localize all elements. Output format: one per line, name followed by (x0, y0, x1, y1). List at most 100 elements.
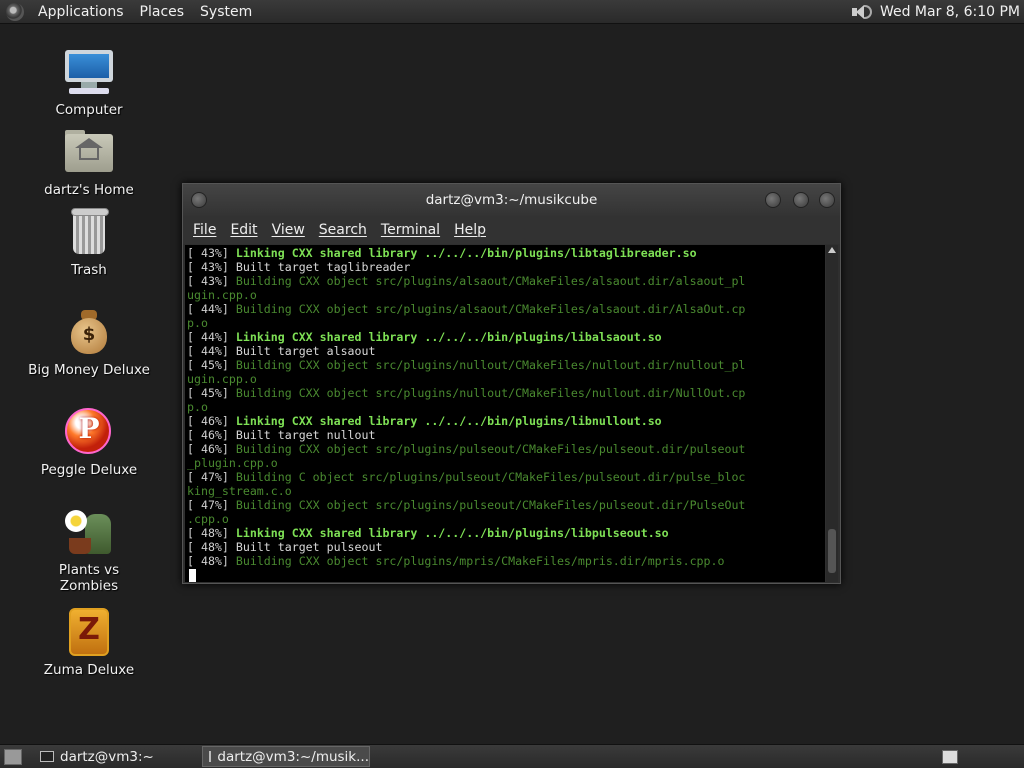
terminal-output[interactable]: [ 43%] Linking CXX shared library ../../… (185, 245, 825, 582)
line-text: Building CXX object src/plugins/pulseout… (235, 498, 746, 512)
line-text: Building CXX object src/plugins/alsaout/… (235, 274, 746, 288)
prompt-line (185, 568, 825, 582)
line-text: king_stream.c.o (187, 484, 292, 498)
scroll-up-icon[interactable] (828, 247, 836, 253)
terminal-line: p.o (185, 316, 825, 330)
terminal-line: ugin.cpp.o (185, 372, 825, 386)
build-percent: [ 46%] (187, 442, 229, 456)
desktop-icon-trash[interactable]: Trash (28, 206, 150, 278)
desktop-icon-label: Computer (55, 102, 123, 118)
text-cursor (189, 569, 196, 582)
line-text: Building C object src/plugins/pulseout/C… (235, 470, 746, 484)
desktop-icon-zuma[interactable]: Z Zuma Deluxe (28, 606, 150, 678)
terminal-line: king_stream.c.o (185, 484, 825, 498)
menu-file[interactable]: File (193, 222, 216, 238)
build-percent: [ 48%] (187, 554, 229, 568)
terminal-line: [ 43%] Linking CXX shared library ../../… (185, 246, 825, 260)
terminal-line: [ 44%] Built target alsaout (185, 344, 825, 358)
line-text: Built target pulseout (235, 540, 383, 554)
terminal-line: p.o (185, 400, 825, 414)
line-text: ugin.cpp.o (187, 288, 257, 302)
close-button[interactable] (819, 192, 835, 208)
build-percent: [ 48%] (187, 540, 229, 554)
home-folder-icon (63, 126, 115, 178)
build-percent: [ 43%] (187, 260, 229, 274)
terminal-line: [ 45%] Building CXX object src/plugins/n… (185, 358, 825, 372)
terminal-line: [ 48%] Built target pulseout (185, 540, 825, 554)
menu-help[interactable]: Help (454, 222, 486, 238)
build-percent: [ 46%] (187, 414, 229, 428)
terminal-line: [ 43%] Built target taglibreader (185, 260, 825, 274)
distro-logo-icon[interactable] (6, 2, 24, 21)
desktop-icon-label: Big Money Deluxe (28, 362, 150, 378)
bottom-panel: dartz@vm3:~ dartz@vm3:~/musik... (0, 744, 1024, 768)
show-desktop-icon[interactable] (4, 749, 22, 765)
terminal-line: _plugin.cpp.o (185, 456, 825, 470)
terminal-icon (209, 751, 212, 762)
build-percent: [ 46%] (187, 428, 229, 442)
line-text: Building CXX object src/plugins/nullout/… (235, 386, 746, 400)
window-titlebar[interactable]: dartz@vm3:~/musikcube (183, 184, 840, 216)
build-percent: [ 47%] (187, 470, 229, 484)
window-title: dartz@vm3:~/musikcube (425, 192, 598, 208)
build-percent: [ 44%] (187, 344, 229, 358)
build-percent: [ 43%] (187, 246, 229, 260)
desktop-icon-plants-vs-zombies[interactable]: Plants vs Zombies (28, 506, 150, 594)
build-percent: [ 45%] (187, 358, 229, 372)
menu-system[interactable]: System (192, 4, 260, 20)
minimize-button[interactable] (765, 192, 781, 208)
line-text: Built target taglibreader (235, 260, 411, 274)
line-text: _plugin.cpp.o (187, 456, 278, 470)
menu-view[interactable]: View (272, 222, 305, 238)
terminal-line: [ 44%] Building CXX object src/plugins/a… (185, 302, 825, 316)
maximize-button[interactable] (793, 192, 809, 208)
line-text: Building CXX object src/plugins/pulseout… (235, 442, 746, 456)
trash-icon (63, 206, 115, 258)
desktop-icon-label: Plants vs Zombies (58, 562, 120, 594)
terminal-menubar: File Edit View Search Terminal Help (183, 216, 840, 244)
desktop-icon-computer[interactable]: Computer (28, 46, 150, 118)
line-text: p.o (187, 316, 208, 330)
build-percent: [ 44%] (187, 302, 229, 316)
terminal-line: ugin.cpp.o (185, 288, 825, 302)
menu-edit[interactable]: Edit (230, 222, 257, 238)
menu-search[interactable]: Search (319, 222, 367, 238)
taskbar-item[interactable]: dartz@vm3:~ (34, 746, 196, 767)
menu-terminal[interactable]: Terminal (381, 222, 440, 238)
plants-vs-zombies-icon (63, 506, 115, 558)
desktop-icon-label: Zuma Deluxe (43, 662, 135, 678)
line-text: ugin.cpp.o (187, 372, 257, 386)
line-text: Building CXX object src/plugins/nullout/… (235, 358, 746, 372)
desktop-icon-peggle[interactable]: P Peggle Deluxe (28, 406, 150, 478)
desktop-icon-home[interactable]: dartz's Home (28, 126, 150, 198)
build-percent: [ 43%] (187, 274, 229, 288)
panel-tray: Wed Mar 8, 6:10 PM (850, 0, 1020, 24)
menu-applications[interactable]: Applications (30, 4, 132, 20)
terminal-icon (40, 751, 54, 762)
menu-places[interactable]: Places (132, 4, 193, 20)
scrollbar-thumb[interactable] (828, 529, 836, 573)
terminal-scrollbar[interactable] (826, 245, 838, 582)
line-text: Built target nullout (235, 428, 376, 442)
desktop-icon-label: Trash (71, 262, 107, 278)
line-text: .cpp.o (187, 512, 229, 526)
terminal-line: [ 46%] Linking CXX shared library ../../… (185, 414, 825, 428)
zuma-icon: Z (63, 606, 115, 658)
terminal-line: [ 47%] Building C object src/plugins/pul… (185, 470, 825, 484)
terminal-line: [ 46%] Built target nullout (185, 428, 825, 442)
line-text: Linking CXX shared library ../../../bin/… (235, 526, 669, 540)
line-text: Linking CXX shared library ../../../bin/… (235, 246, 697, 260)
build-percent: [ 48%] (187, 526, 229, 540)
taskbar-item-label: dartz@vm3:~/musik... (217, 748, 369, 765)
build-percent: [ 47%] (187, 498, 229, 512)
terminal-line: [ 45%] Building CXX object src/plugins/n… (185, 386, 825, 400)
terminal-line: [ 44%] Linking CXX shared library ../../… (185, 330, 825, 344)
terminal-window[interactable]: dartz@vm3:~/musikcube File Edit View Sea… (182, 183, 841, 584)
volume-icon[interactable] (850, 3, 872, 21)
line-text: Linking CXX shared library ../../../bin/… (235, 330, 662, 344)
desktop-icon-big-money[interactable]: $ Big Money Deluxe (28, 306, 150, 378)
taskbar-item-active[interactable]: dartz@vm3:~/musik... (202, 746, 370, 767)
line-text: Building CXX object src/plugins/mpris/CM… (235, 554, 725, 568)
workspace-switcher[interactable] (942, 750, 958, 764)
clock[interactable]: Wed Mar 8, 6:10 PM (880, 4, 1020, 20)
